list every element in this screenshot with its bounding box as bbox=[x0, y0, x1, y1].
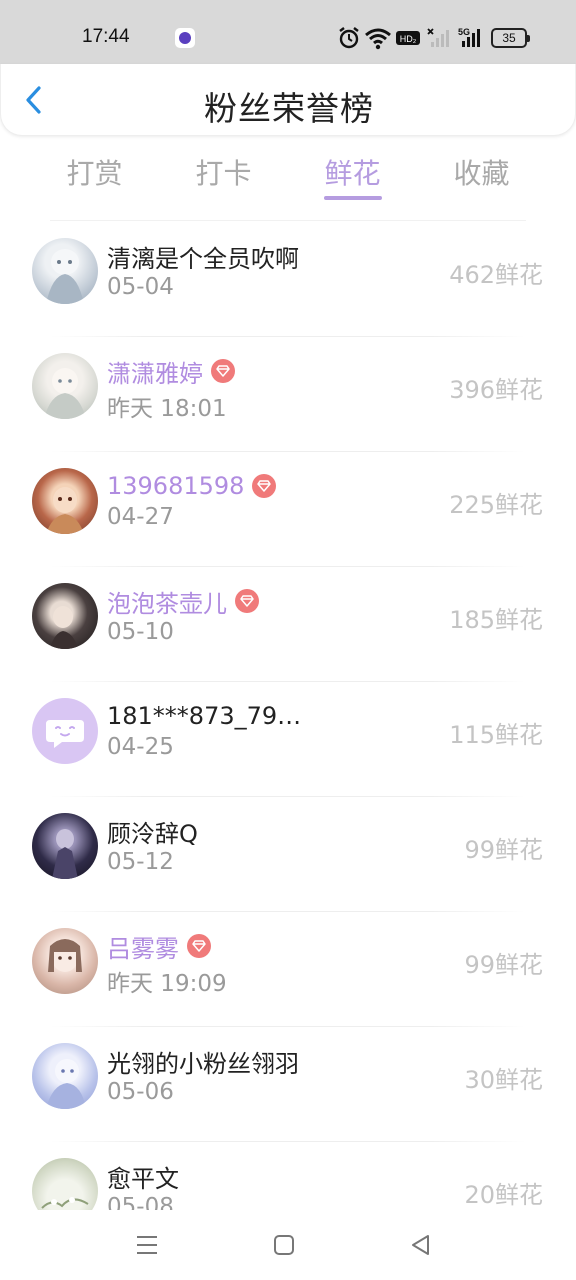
list-item[interactable]: 愈平文 05-08 20鲜花 bbox=[0, 1142, 576, 1210]
tab-flowers[interactable]: 鲜花 bbox=[288, 148, 417, 208]
flower-amount: 30鲜花 bbox=[464, 1066, 543, 1094]
fan-date: 05-08 bbox=[107, 1194, 174, 1210]
list-item[interactable]: 顾泠辞Q 05-12 99鲜花 bbox=[0, 797, 576, 912]
avatar[interactable] bbox=[32, 583, 98, 649]
5g-signal-icon: 5G bbox=[458, 27, 480, 47]
flower-amount: 396鲜花 bbox=[449, 376, 543, 404]
status-bar: 17:44 HD₂ 5G 35 bbox=[0, 0, 576, 64]
tab-favorites[interactable]: 收藏 bbox=[417, 148, 546, 208]
flower-amount: 99鲜花 bbox=[464, 951, 543, 979]
header: 粉丝荣誉榜 bbox=[0, 64, 576, 136]
fan-date: 昨天 18:01 bbox=[107, 396, 227, 422]
fan-name: 愈平文 bbox=[107, 1164, 179, 1193]
fan-name: 清漓是个全员吹啊 bbox=[107, 244, 299, 273]
fan-name: 139681598 bbox=[107, 472, 245, 500]
battery-icon: 35 bbox=[491, 28, 530, 48]
fan-date: 05-04 bbox=[107, 274, 174, 300]
status-time: 17:44 bbox=[82, 26, 130, 47]
avatar[interactable] bbox=[32, 468, 98, 534]
app-notification-icon bbox=[175, 28, 195, 48]
menu-icon[interactable] bbox=[134, 1232, 160, 1258]
svg-text:HD₂: HD₂ bbox=[400, 34, 417, 44]
fan-date: 05-06 bbox=[107, 1079, 174, 1105]
avatar[interactable] bbox=[32, 238, 98, 304]
back-triangle-icon[interactable] bbox=[408, 1232, 434, 1258]
list-item[interactable]: 139681598 04-27 225鲜花 bbox=[0, 452, 576, 567]
home-icon[interactable] bbox=[271, 1232, 297, 1258]
svg-text:5G: 5G bbox=[458, 27, 470, 37]
flower-amount: 185鲜花 bbox=[449, 606, 543, 634]
avatar[interactable] bbox=[32, 813, 98, 879]
fan-date: 昨天 19:09 bbox=[107, 971, 227, 997]
fan-date: 04-27 bbox=[107, 504, 174, 530]
flower-amount: 225鲜花 bbox=[449, 491, 543, 519]
fan-name: 吕雾雾 bbox=[107, 934, 179, 963]
list-item[interactable]: 清漓是个全员吹啊 05-04 462鲜花 bbox=[0, 222, 576, 337]
fan-name: 181***873_79… bbox=[107, 702, 302, 730]
tab-reward[interactable]: 打赏 bbox=[30, 148, 159, 208]
tab-checkin[interactable]: 打卡 bbox=[159, 148, 288, 208]
flower-amount: 462鲜花 bbox=[449, 261, 543, 289]
avatar[interactable] bbox=[32, 928, 98, 994]
vip-diamond-icon bbox=[187, 934, 211, 958]
system-nav-bar bbox=[0, 1210, 576, 1280]
default-avatar[interactable] bbox=[32, 698, 98, 764]
fan-list[interactable]: 清漓是个全员吹啊 05-04 462鲜花 潇潇雅婷 昨天 18:01 396鲜花… bbox=[0, 222, 576, 1210]
tab-bar: 打赏 打卡 鲜花 收藏 bbox=[30, 148, 546, 208]
avatar[interactable] bbox=[32, 353, 98, 419]
avatar[interactable] bbox=[32, 1158, 98, 1210]
list-item[interactable]: 潇潇雅婷 昨天 18:01 396鲜花 bbox=[0, 337, 576, 452]
fan-name: 泡泡茶壶儿 bbox=[107, 589, 227, 618]
avatar[interactable] bbox=[32, 1043, 98, 1109]
list-item[interactable]: 泡泡茶壶儿 05-10 185鲜花 bbox=[0, 567, 576, 682]
list-item[interactable]: 光翎的小粉丝翎羽 05-06 30鲜花 bbox=[0, 1027, 576, 1142]
hd-icon: HD₂ bbox=[396, 31, 420, 45]
page-title: 粉丝荣誉榜 bbox=[204, 89, 374, 128]
flower-amount: 99鲜花 bbox=[464, 836, 543, 864]
vip-diamond-icon bbox=[211, 359, 235, 383]
list-item[interactable]: 181***873_79… 04-25 115鲜花 bbox=[0, 682, 576, 797]
fan-name: 潇潇雅婷 bbox=[107, 359, 203, 388]
divider bbox=[50, 220, 526, 221]
fan-date: 05-12 bbox=[107, 849, 174, 875]
fan-name: 顾泠辞Q bbox=[107, 819, 198, 848]
fan-name: 光翎的小粉丝翎羽 bbox=[107, 1049, 299, 1078]
flower-amount: 115鲜花 bbox=[449, 721, 543, 749]
list-item[interactable]: 吕雾雾 昨天 19:09 99鲜花 bbox=[0, 912, 576, 1027]
signal-off-icon bbox=[427, 28, 449, 47]
fan-date: 05-10 bbox=[107, 619, 174, 645]
vip-diamond-icon bbox=[252, 474, 277, 498]
flower-amount: 20鲜花 bbox=[464, 1181, 543, 1209]
wifi-icon bbox=[365, 28, 391, 50]
chat-bubble-icon bbox=[46, 720, 84, 748]
fan-date: 04-25 bbox=[107, 734, 174, 760]
alarm-icon bbox=[339, 27, 359, 49]
vip-diamond-icon bbox=[235, 589, 259, 613]
